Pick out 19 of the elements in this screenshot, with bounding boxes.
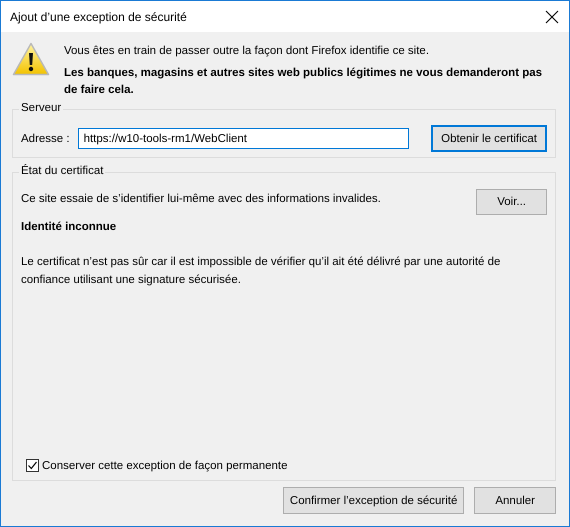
permanent-label: Conserver cette exception de façon permanente [42,460,288,472]
status-summary: Ce site essaie de s’identifier lui-même avec des informations invalides. [21,192,381,207]
warning-message: Vous êtes en train de passer outre la façon dont Firefox identifie ce site. [64,44,430,59]
warning-note: Les banques, magasins et autres sites web publics légitimes ne vous demanderont pas de faire cela. [64,66,544,98]
group-legend: État du certificat [19,165,106,177]
status-heading: Identité inconnue [21,220,118,235]
close-icon [545,10,559,24]
address-field[interactable]: https://w10-tools-rm1/WebClient [78,128,409,149]
window-title: Ajout d’une exception de sécurité [10,10,187,24]
confirm-button[interactable]: Confirmer l’exception de sécurité [282,487,464,514]
status-details: Le certificat n’est pas sûr car il est impossible de vérifier qu’il ait été délivré par une autorité de confiance utilisant une signature sécurisée. [21,255,502,288]
permanent-checkbox[interactable] [26,459,39,472]
fetch-certificate-button[interactable]: Obtenir le certificat [431,125,547,152]
address-label: Adresse : [21,132,70,144]
view-button[interactable]: Voir... [476,189,547,215]
close-button[interactable] [545,10,559,24]
group-legend: Serveur [19,102,64,114]
cancel-button[interactable]: Annuler [474,487,556,514]
warning-icon [12,42,50,76]
